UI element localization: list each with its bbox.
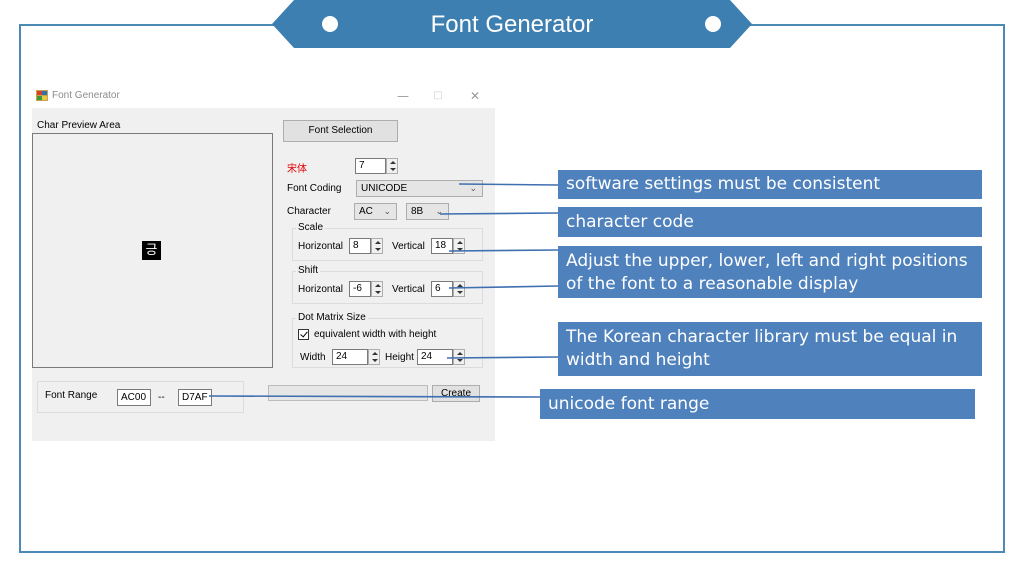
callout-settings: software settings must be consistent [558, 170, 982, 199]
callout-adjust-position: Adjust the upper, lower, left and right … [558, 246, 982, 298]
callout-font-range: unicode font range [540, 389, 975, 419]
callout-korean-library: The Korean character library must be equ… [558, 322, 982, 376]
callout-character-code: character code [558, 207, 982, 237]
